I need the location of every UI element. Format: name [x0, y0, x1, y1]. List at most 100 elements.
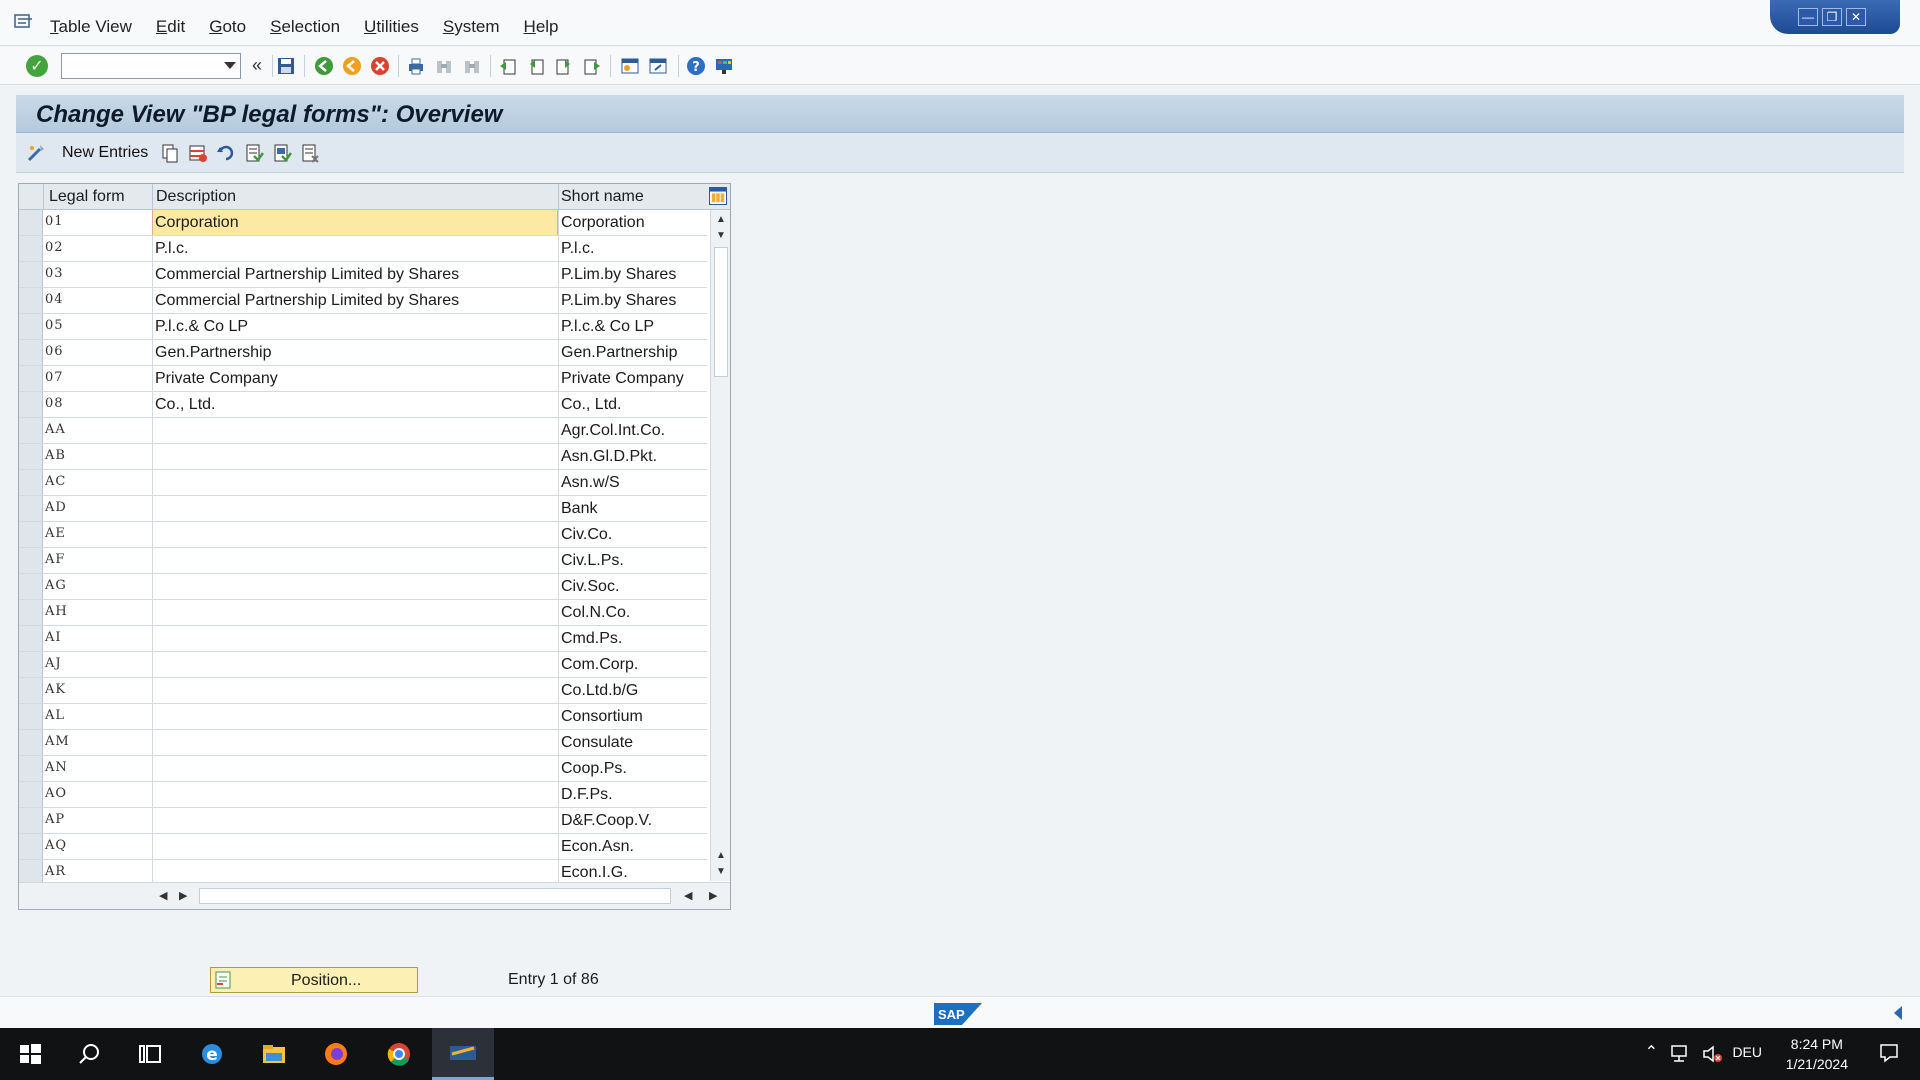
cell-short-name[interactable]: Col.N.Co.: [558, 600, 707, 625]
cell-description[interactable]: [152, 548, 558, 573]
exit-icon[interactable]: [342, 56, 362, 76]
cell-short-name[interactable]: P.Lim.by Shares: [558, 288, 707, 313]
row-selector[interactable]: [19, 366, 43, 391]
row-selector[interactable]: [19, 340, 43, 365]
chevron-down-icon[interactable]: [224, 62, 236, 69]
cell-short-name[interactable]: Coop.Ps.: [558, 756, 707, 781]
table-row[interactable]: AI Cmd.Ps.: [19, 626, 707, 652]
cell-short-name[interactable]: Asn.w/S: [558, 470, 707, 495]
row-selector[interactable]: [19, 262, 43, 287]
table-row[interactable]: AA Agr.Col.Int.Co.: [19, 418, 707, 444]
row-selector[interactable]: [19, 756, 43, 781]
clock[interactable]: 8:24 PM 1/21/2024: [1786, 1034, 1848, 1074]
command-field[interactable]: [61, 53, 241, 79]
cell-description[interactable]: [152, 834, 558, 859]
table-settings-icon[interactable]: [709, 187, 727, 205]
customize-layout-icon[interactable]: [714, 56, 734, 76]
cell-description[interactable]: [152, 652, 558, 677]
windows-start-icon[interactable]: [16, 1040, 44, 1068]
row-selector[interactable]: [19, 574, 43, 599]
row-selector[interactable]: [19, 236, 43, 261]
select-all-icon[interactable]: [244, 143, 264, 163]
page-down-icon[interactable]: ▼: [716, 230, 726, 241]
cell-short-name[interactable]: P.l.c.& Co LP: [558, 314, 707, 339]
minimize-icon[interactable]: —: [1798, 8, 1818, 26]
table-row[interactable]: AC Asn.w/S: [19, 470, 707, 496]
cell-description[interactable]: [152, 808, 558, 833]
table-row[interactable]: AP D&F.Coop.V.: [19, 808, 707, 834]
cell-short-name[interactable]: Civ.Soc.: [558, 574, 707, 599]
cell-short-name[interactable]: Civ.L.Ps.: [558, 548, 707, 573]
table-row[interactable]: AG Civ.Soc.: [19, 574, 707, 600]
row-selector[interactable]: [19, 808, 43, 833]
cell-short-name[interactable]: Cmd.Ps.: [558, 626, 707, 651]
status-toggle-icon[interactable]: [1894, 1006, 1902, 1020]
cell-description[interactable]: [152, 418, 558, 443]
table-row[interactable]: AQ Econ.Asn.: [19, 834, 707, 860]
row-selector[interactable]: [19, 470, 43, 495]
row-selector[interactable]: [19, 704, 43, 729]
cell-short-name[interactable]: Com.Corp.: [558, 652, 707, 677]
row-selector[interactable]: [19, 782, 43, 807]
row-selector[interactable]: [19, 678, 43, 703]
table-row[interactable]: AJ Com.Corp.: [19, 652, 707, 678]
position-button[interactable]: Position...: [210, 967, 418, 993]
cell-short-name[interactable]: Private Company: [558, 366, 707, 391]
task-view-icon[interactable]: [136, 1040, 164, 1068]
table-row[interactable]: 04 Commercial Partnership Limited by Shar…: [19, 288, 707, 314]
table-row[interactable]: AN Coop.Ps.: [19, 756, 707, 782]
cell-short-name[interactable]: Civ.Co.: [558, 522, 707, 547]
copy-as-icon[interactable]: [160, 143, 180, 163]
cell-description[interactable]: [152, 782, 558, 807]
internet-explorer-icon[interactable]: e: [198, 1040, 226, 1068]
cell-short-name[interactable]: Co., Ltd.: [558, 392, 707, 417]
chrome-icon[interactable]: [385, 1040, 413, 1068]
table-row[interactable]: 03 Commercial Partnership Limited by Shar…: [19, 262, 707, 288]
row-selector[interactable]: [19, 444, 43, 469]
cell-description[interactable]: [152, 600, 558, 625]
menu-utilities[interactable]: Utilities: [364, 17, 419, 37]
cell-short-name[interactable]: P.Lim.by Shares: [558, 262, 707, 287]
new-entries-icon[interactable]: [26, 142, 48, 164]
table-row[interactable]: 07 Private Company Private Company: [19, 366, 707, 392]
page-up-icon[interactable]: ▲: [716, 850, 726, 861]
deselect-all-icon[interactable]: [300, 143, 320, 163]
vertical-scrollbar[interactable]: ▲ ▼ ▲ ▼: [710, 210, 730, 881]
scroll-thumb[interactable]: [199, 888, 671, 904]
table-row[interactable]: AH Col.N.Co.: [19, 600, 707, 626]
row-selector[interactable]: [19, 210, 43, 235]
menu-selection[interactable]: Selection: [270, 17, 340, 37]
cell-description[interactable]: Private Company: [152, 366, 558, 391]
menu-system[interactable]: System: [443, 17, 500, 37]
table-row[interactable]: AO D.F.Ps.: [19, 782, 707, 808]
cell-short-name[interactable]: Consortium: [558, 704, 707, 729]
first-page-icon[interactable]: [498, 56, 518, 76]
cell-short-name[interactable]: Asn.Gl.D.Pkt.: [558, 444, 707, 469]
cell-description[interactable]: [152, 444, 558, 469]
row-selector[interactable]: [19, 314, 43, 339]
new-entries-button[interactable]: New Entries: [62, 144, 148, 162]
select-block-icon[interactable]: [272, 143, 292, 163]
speaker-muted-icon[interactable]: [1702, 1044, 1724, 1064]
table-row[interactable]: AK Co.Ltd.b/G: [19, 678, 707, 704]
previous-page-icon[interactable]: [526, 56, 546, 76]
cell-description[interactable]: Commercial Partnership Limited by Shares: [152, 288, 558, 313]
cell-description[interactable]: [152, 626, 558, 651]
network-icon[interactable]: [1670, 1044, 1692, 1064]
cell-description[interactable]: [152, 522, 558, 547]
cell-description[interactable]: [152, 496, 558, 521]
find-next-icon[interactable]: [462, 56, 482, 76]
row-selector[interactable]: [19, 626, 43, 651]
cell-description[interactable]: P.l.c.: [152, 236, 558, 261]
table-row[interactable]: AL Consortium: [19, 704, 707, 730]
search-icon[interactable]: [76, 1040, 104, 1068]
table-row[interactable]: AE Civ.Co.: [19, 522, 707, 548]
cell-description[interactable]: [152, 678, 558, 703]
horizontal-scrollbar[interactable]: ◀ ▶ ◀ ▶: [19, 882, 730, 909]
cell-short-name[interactable]: P.l.c.: [558, 236, 707, 261]
help-icon[interactable]: ?: [686, 56, 706, 76]
row-selector[interactable]: [19, 418, 43, 443]
cell-short-name[interactable]: Consulate: [558, 730, 707, 755]
table-row[interactable]: AF Civ.L.Ps.: [19, 548, 707, 574]
scroll-down-icon[interactable]: ▼: [716, 866, 726, 877]
